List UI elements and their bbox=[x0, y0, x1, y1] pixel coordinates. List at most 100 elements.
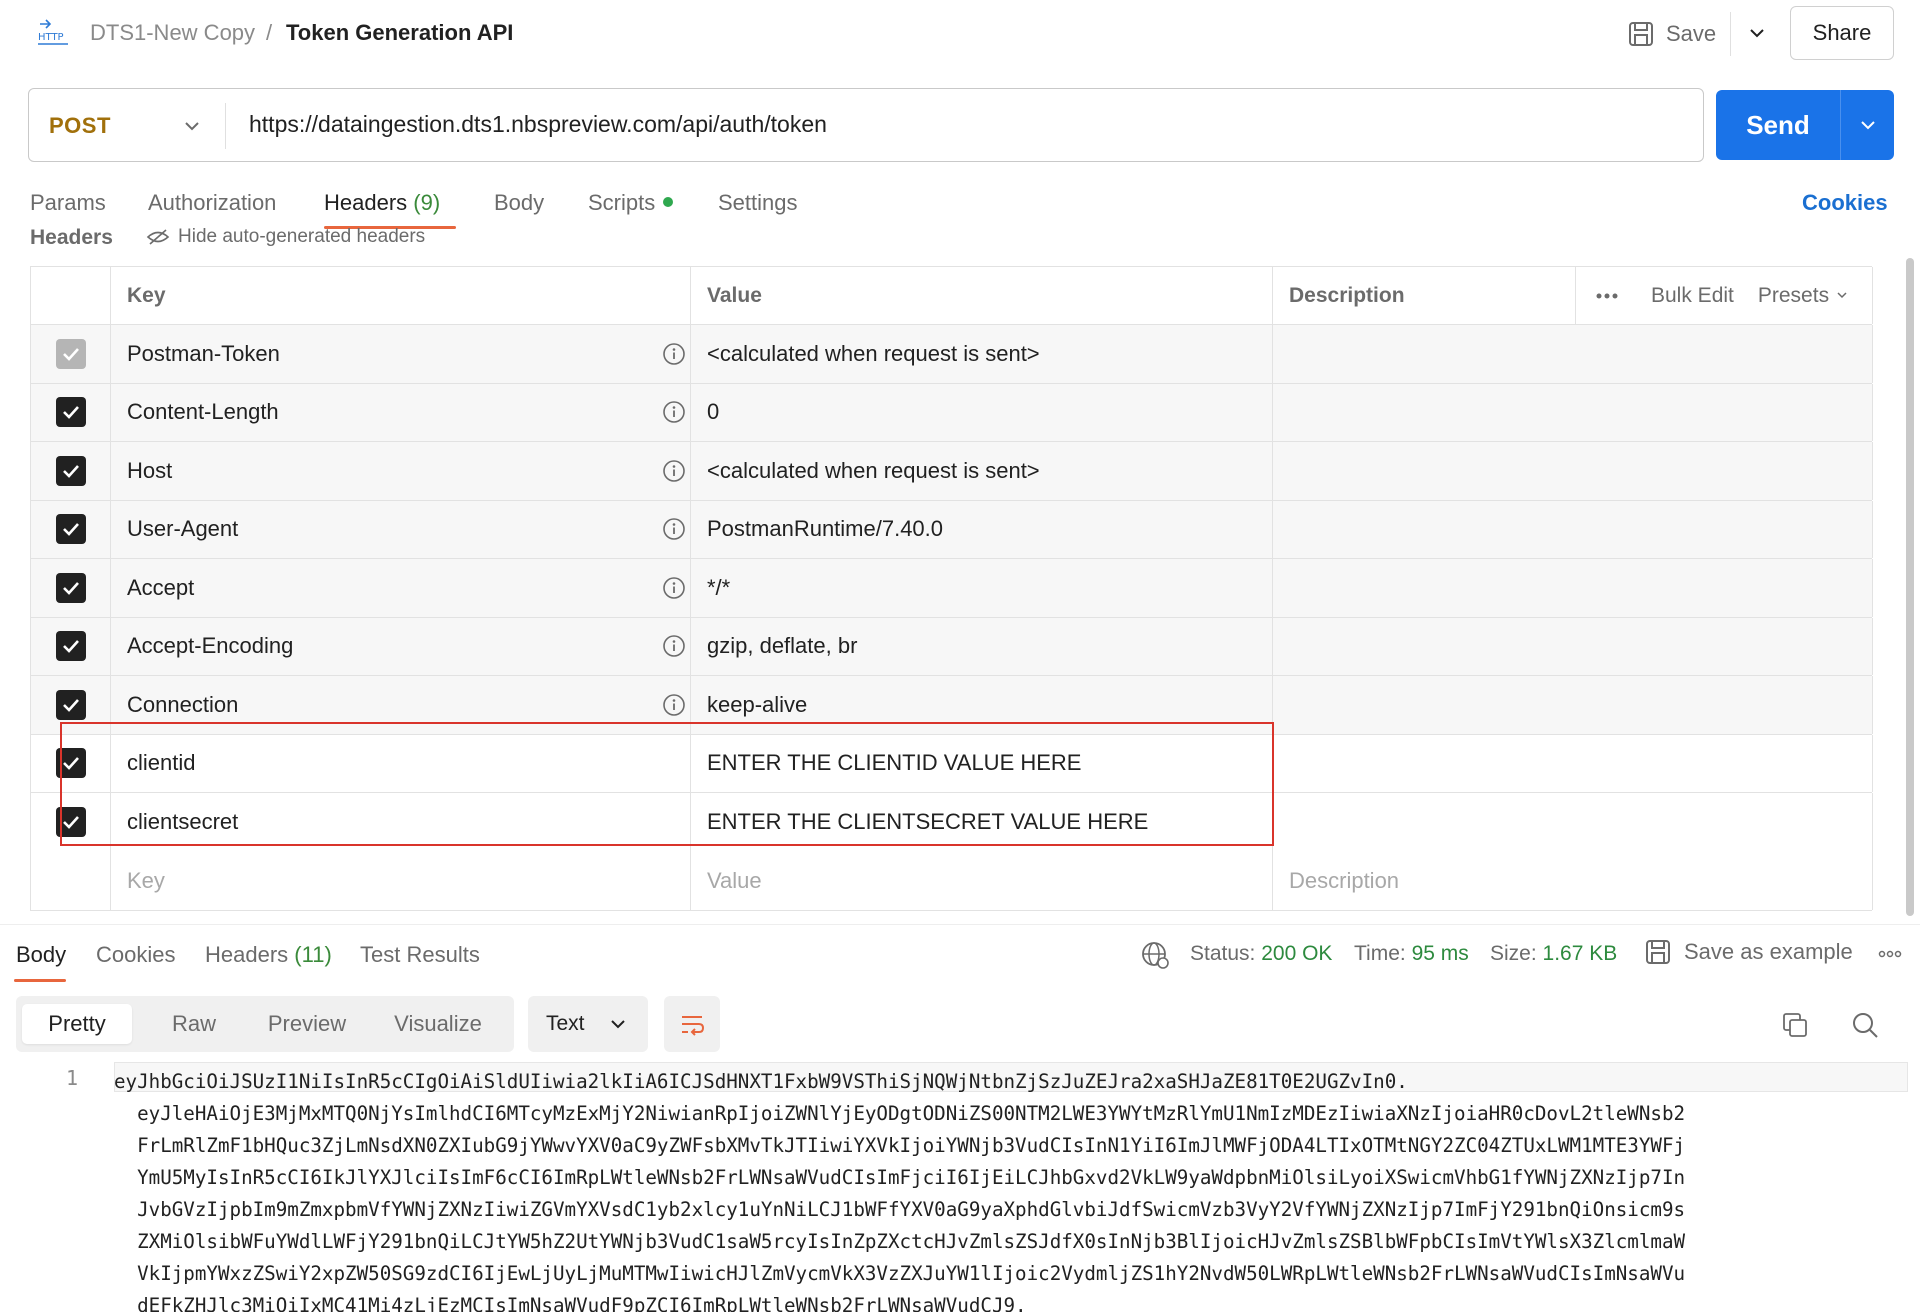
save-button[interactable]: Save bbox=[1626, 14, 1716, 54]
header-value: ENTER THE CLIENTID VALUE HERE bbox=[707, 750, 1082, 776]
tab-headers[interactable]: Headers (9) bbox=[324, 190, 440, 216]
response-tab-test-results[interactable]: Test Results bbox=[360, 942, 480, 968]
info-icon[interactable] bbox=[662, 459, 686, 483]
table-row: clientsecret ENTER THE CLIENTSECRET VALUE… bbox=[31, 793, 1873, 852]
enable-header-checkbox[interactable] bbox=[55, 455, 86, 486]
header-value-cell[interactable]: 0 bbox=[691, 383, 1273, 441]
header-description-cell[interactable] bbox=[1273, 676, 1873, 734]
checkbox-cell bbox=[31, 559, 111, 617]
header-value-cell[interactable]: PostmanRuntime/7.40.0 bbox=[691, 500, 1273, 558]
tab-settings[interactable]: Settings bbox=[718, 190, 798, 216]
header-description-cell[interactable] bbox=[1273, 793, 1873, 852]
view-preview[interactable]: Preview bbox=[252, 1004, 362, 1044]
info-icon[interactable] bbox=[662, 517, 686, 541]
status-value: 200 OK bbox=[1261, 942, 1333, 965]
header-value-cell[interactable]: */* bbox=[691, 559, 1273, 617]
chevron-down-icon[interactable] bbox=[604, 1010, 632, 1038]
search-icon[interactable] bbox=[1850, 1010, 1880, 1040]
header-description-cell[interactable] bbox=[1273, 442, 1873, 500]
hide-auto-headers-toggle[interactable]: Hide auto-generated headers bbox=[146, 226, 425, 248]
enable-header-checkbox[interactable] bbox=[55, 807, 86, 838]
http-request-icon: HTTP bbox=[38, 19, 68, 45]
tab-body[interactable]: Body bbox=[494, 190, 544, 216]
info-icon[interactable] bbox=[662, 693, 686, 717]
header-key-cell[interactable]: Host bbox=[111, 442, 691, 500]
header-key-cell[interactable]: Accept bbox=[111, 559, 691, 617]
info-icon[interactable] bbox=[662, 342, 686, 366]
header-description-cell[interactable] bbox=[1273, 734, 1873, 792]
new-value-input[interactable]: Value bbox=[691, 851, 1273, 910]
header-value-cell[interactable]: ENTER THE CLIENTSECRET VALUE HERE bbox=[691, 793, 1273, 852]
view-raw[interactable]: Raw bbox=[144, 1004, 244, 1044]
response-tab-cookies[interactable]: Cookies bbox=[96, 942, 175, 968]
info-icon[interactable] bbox=[662, 400, 686, 424]
tab-scripts[interactable]: Scripts bbox=[588, 190, 674, 216]
response-tab-headers[interactable]: Headers (11) bbox=[205, 942, 332, 968]
response-size[interactable]: Size: 1.67 KB bbox=[1490, 942, 1617, 966]
send-options-button[interactable] bbox=[1840, 90, 1894, 160]
vertical-scrollbar[interactable] bbox=[1906, 258, 1914, 916]
bulk-edit-button[interactable]: Bulk Edit bbox=[1651, 284, 1734, 308]
save-as-example-label: Save as example bbox=[1684, 939, 1853, 964]
header-description-cell[interactable] bbox=[1273, 500, 1873, 558]
table-row: Accept-Encoding gzip, deflate, br bbox=[31, 617, 1873, 676]
save-as-example-button[interactable]: Save as example bbox=[1644, 938, 1853, 966]
request-title[interactable]: Token Generation API bbox=[286, 20, 513, 46]
header-value-cell[interactable]: keep-alive bbox=[691, 676, 1273, 734]
enable-header-checkbox[interactable] bbox=[55, 572, 86, 603]
more-options-icon[interactable] bbox=[1587, 284, 1627, 308]
enable-header-checkbox[interactable] bbox=[55, 689, 86, 720]
network-globe-icon[interactable] bbox=[1140, 940, 1170, 970]
presets-dropdown[interactable]: Presets bbox=[1758, 284, 1849, 308]
tab-authorization[interactable]: Authorization bbox=[148, 190, 276, 216]
view-pretty[interactable]: Pretty bbox=[22, 1004, 132, 1044]
enable-header-checkbox[interactable] bbox=[55, 631, 86, 662]
header-key-cell[interactable]: clientid bbox=[111, 734, 691, 792]
response-divider bbox=[0, 924, 1920, 925]
url-input[interactable]: https://dataingestion.dts1.nbspreview.co… bbox=[249, 111, 827, 138]
share-button[interactable]: Share bbox=[1790, 6, 1894, 60]
new-description-input[interactable]: Description bbox=[1273, 851, 1873, 910]
header-key-cell[interactable]: Accept-Encoding bbox=[111, 617, 691, 675]
breadcrumb-collection[interactable]: DTS1-New Copy bbox=[90, 20, 255, 46]
header-key-cell[interactable]: clientsecret bbox=[111, 793, 691, 852]
checkbox-cell bbox=[31, 325, 111, 383]
header-key: clientsecret bbox=[127, 809, 239, 835]
new-key-input[interactable]: Key bbox=[111, 851, 691, 910]
checkbox-cell bbox=[31, 383, 111, 441]
code-line: YmU5MyIsInR5cCI6IkJlYXJlciIsImF6cCI6ImRp… bbox=[114, 1166, 1686, 1189]
header-description-cell[interactable] bbox=[1273, 383, 1873, 441]
header-value-cell[interactable]: gzip, deflate, br bbox=[691, 617, 1273, 675]
enable-header-checkbox[interactable] bbox=[55, 748, 86, 779]
code-line: JvbGVzIjpbIm9mZmxpbmVfYWNjZXNzIiwiZGVmYX… bbox=[114, 1198, 1686, 1221]
info-icon[interactable] bbox=[662, 576, 686, 600]
header-description-cell[interactable] bbox=[1273, 617, 1873, 675]
chevron-down-icon[interactable] bbox=[177, 111, 207, 141]
header-value: */* bbox=[707, 574, 731, 600]
response-body-editor[interactable]: 1 eyJhbGciOiJSUzI1NiIsInR5cCIgOiAiSldUIi… bbox=[0, 1062, 1920, 1312]
tab-params[interactable]: Params bbox=[30, 190, 106, 216]
header-key-cell[interactable]: Connection bbox=[111, 676, 691, 734]
header-description-cell[interactable] bbox=[1273, 559, 1873, 617]
header-description-cell[interactable] bbox=[1273, 325, 1873, 383]
info-icon[interactable] bbox=[662, 634, 686, 658]
more-options-icon[interactable] bbox=[1876, 940, 1904, 968]
response-time[interactable]: Time: 95 ms bbox=[1354, 942, 1469, 966]
header-key-cell[interactable]: User-Agent bbox=[111, 500, 691, 558]
response-tab-body[interactable]: Body bbox=[16, 942, 66, 968]
header-value-cell[interactable]: <calculated when request is sent> bbox=[691, 442, 1273, 500]
view-visualize[interactable]: Visualize bbox=[370, 1004, 506, 1044]
header-key: Host bbox=[127, 457, 173, 483]
chevron-down-icon[interactable] bbox=[1742, 18, 1772, 48]
send-button[interactable]: Send bbox=[1716, 90, 1840, 160]
enable-header-checkbox[interactable] bbox=[55, 514, 86, 545]
wrap-lines-button[interactable] bbox=[664, 996, 720, 1052]
header-value-cell[interactable]: <calculated when request is sent> bbox=[691, 325, 1273, 383]
copy-icon[interactable] bbox=[1780, 1010, 1810, 1040]
method-select[interactable]: POST bbox=[49, 113, 111, 139]
cookies-link[interactable]: Cookies bbox=[1802, 190, 1888, 216]
header-value-cell[interactable]: ENTER THE CLIENTID VALUE HERE bbox=[691, 734, 1273, 792]
header-key-cell[interactable]: Content-Length bbox=[111, 383, 691, 441]
enable-header-checkbox[interactable] bbox=[55, 397, 86, 428]
header-key-cell[interactable]: Postman-Token bbox=[111, 325, 691, 383]
